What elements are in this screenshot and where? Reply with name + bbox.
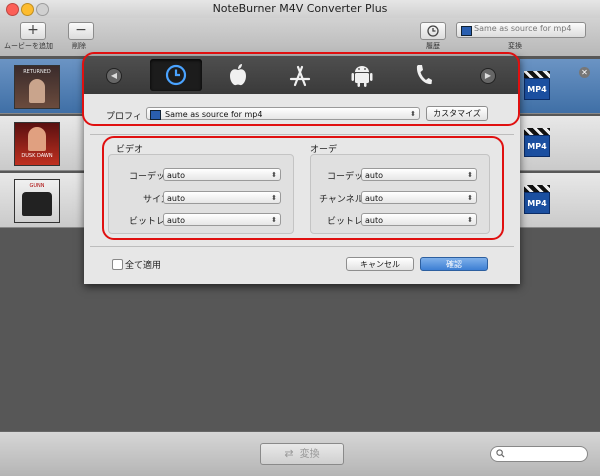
delete-label: 削除 <box>72 42 86 50</box>
add-movie-button[interactable]: + <box>20 22 46 40</box>
divider <box>90 246 514 247</box>
remove-item-icon[interactable]: ✕ <box>579 67 590 78</box>
mp4-format-icon: MP4 <box>524 71 550 101</box>
movie-thumbnail: DUSK DAWN <box>14 122 60 166</box>
plus-icon: + <box>27 22 39 38</box>
movie-thumbnail: RETURNED <box>14 65 60 109</box>
output-format-value: Same as source for mp4 <box>474 24 572 33</box>
divider <box>90 134 514 135</box>
annotation-outline-settings <box>102 136 504 240</box>
apply-all-checkbox[interactable] <box>112 259 123 270</box>
convert-arrows-icon: ⇄ <box>284 447 294 460</box>
apply-all-label: 全て適用 <box>125 261 162 271</box>
mp4-format-icon: MP4 <box>524 128 550 158</box>
clock-icon <box>427 25 439 37</box>
annotation-outline-top <box>82 52 520 126</box>
delete-button[interactable]: − <box>68 22 94 40</box>
search-icon <box>496 449 505 458</box>
title-bar: NoteBurner M4V Converter Plus <box>0 0 600 18</box>
history-label: 履歴 <box>426 42 440 50</box>
add-movie-label: ムービーを追加 <box>4 42 53 50</box>
output-format-selector[interactable]: Same as source for mp4 <box>456 22 586 38</box>
convert-button[interactable]: ⇄ 変換 <box>260 443 344 465</box>
minus-icon: − <box>75 22 87 38</box>
cancel-button[interactable]: キャンセル <box>346 257 414 271</box>
search-input[interactable] <box>490 446 588 462</box>
history-button[interactable] <box>420 22 446 40</box>
convert-label: 変換 <box>508 42 522 50</box>
bottom-bar: ⇄ 変換 <box>0 431 600 476</box>
film-icon <box>461 26 472 36</box>
movie-thumbnail: GUNN <box>14 179 60 223</box>
window-title: NoteBurner M4V Converter Plus <box>212 2 388 15</box>
ok-button[interactable]: 確認 <box>420 257 488 271</box>
mp4-format-icon: MP4 <box>524 185 550 215</box>
